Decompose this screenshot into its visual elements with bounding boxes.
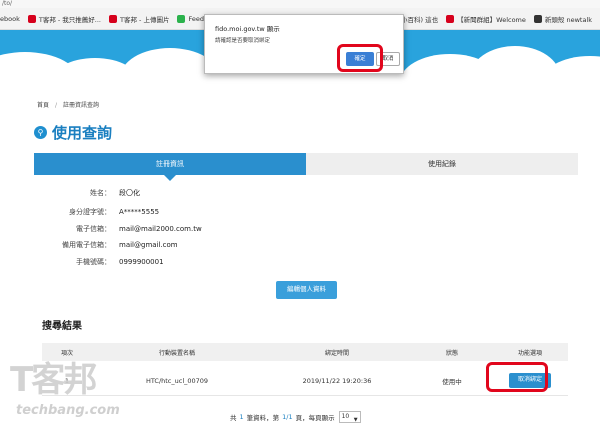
bookmark-label: 新頭殼 newtalk — [544, 15, 592, 24]
watermark-logo: T客邦 — [10, 360, 97, 400]
breadcrumb-current: 註冊資訊查詢 — [63, 102, 100, 109]
breadcrumb-separator: / — [55, 102, 58, 109]
pager-prefix: 共 — [230, 414, 237, 422]
bookmark-label: 【新聞群組】Welcome — [457, 15, 526, 24]
pagination: 共 1 筆資料，第 1/1 頁，每頁顯示 10 ▼ — [230, 411, 361, 423]
techbang-favicon-icon — [27, 14, 36, 23]
breadcrumb-home[interactable]: 首頁 — [37, 102, 49, 109]
tab-registration-info[interactable]: 註冊資訊 — [34, 153, 306, 181]
dialog-message: 請確認是否要取消綁定 — [215, 38, 271, 44]
info-row-email: 電子信箱： mail@mail2000.com.tw — [34, 223, 202, 235]
watermark: T客邦 techbang.com — [2, 352, 138, 426]
ok-button-highlight — [337, 44, 383, 72]
search-icon: ⚲ — [34, 126, 47, 139]
page-title: ⚲ 使用查詢 — [34, 122, 112, 143]
edit-profile-button[interactable]: 編輯個人資料 — [276, 281, 337, 299]
info-row-mobile: 手機號碼： 0999900001 — [34, 256, 164, 268]
bookmark-favicon-icon — [533, 14, 542, 23]
info-value: A*****5555 — [119, 208, 160, 216]
bookmark-right-3[interactable]: 新頭殼 newtalk — [533, 14, 592, 24]
bookmark-favicon-icon — [446, 14, 455, 23]
pager-total-records: 1 — [239, 413, 244, 421]
watermark-site: techbang.com — [16, 403, 120, 418]
results-title: 搜尋結果 — [42, 321, 82, 332]
row-bound-time: 2019/11/22 19:20:36 — [302, 376, 372, 385]
chevron-down-icon: ▼ — [353, 417, 358, 423]
info-label: 手機號碼： — [76, 258, 111, 266]
column-header: 狀態 — [445, 349, 458, 357]
bookmark-label: T客邦 - 上傳圖片 — [120, 15, 170, 24]
column-header: 功能選項 — [517, 349, 542, 357]
url-bar[interactable]: /to/ — [0, 0, 600, 8]
bookmark-facebook[interactable]: ebook — [0, 15, 20, 23]
bookmark-label: ebook — [0, 14, 20, 23]
info-label: 備用電子信箱： — [62, 241, 111, 249]
bookmark-right-2[interactable]: 【新聞群組】Welcome — [446, 14, 526, 24]
pager-records-label: 筆資料，第 — [246, 414, 280, 422]
info-row-id-number: 身分證字號： A*****5555 — [34, 206, 159, 218]
info-label: 電子信箱： — [76, 225, 111, 233]
info-value: 段〇化 — [119, 189, 140, 197]
info-label: 姓名： — [90, 189, 111, 197]
pager-current-page: 1/1 — [282, 413, 293, 421]
url-text: /to/ — [2, 0, 13, 7]
dialog-title: fido.moi.gov.tw 顯示 — [215, 25, 280, 33]
bookmark-label: T客邦 - 我只推薦好... — [38, 15, 101, 24]
bookmark-techbang[interactable]: T客邦 - 我只推薦好... — [27, 14, 101, 24]
per-page-select[interactable]: 10 ▼ — [338, 411, 361, 423]
info-row-backup-email: 備用電子信箱： mail@gmail.com — [34, 239, 178, 251]
tab-usage-records[interactable]: 使用紀錄 — [306, 153, 578, 175]
info-label: 身分證字號： — [69, 208, 111, 216]
info-value: mail@gmail.com — [119, 241, 178, 249]
pager-page-label: 頁，每頁顯示 — [295, 414, 335, 422]
breadcrumb: 首頁 / 註冊資訊查詢 — [37, 100, 99, 109]
info-row-name: 姓名： 段〇化 — [34, 187, 140, 199]
per-page-value: 10 — [341, 413, 350, 420]
info-value: mail@mail2000.com.tw — [119, 225, 202, 233]
techbang-favicon-icon — [109, 14, 117, 23]
page-title-text: 使用查詢 — [52, 124, 113, 142]
feedly-icon — [177, 14, 186, 23]
info-value: 0999900001 — [119, 258, 164, 266]
row-status: 使用中 — [442, 377, 462, 386]
column-header: 綁定時間 — [324, 349, 349, 357]
unbind-button-highlight — [486, 362, 548, 392]
tab-bar: 註冊資訊 使用紀錄 — [34, 153, 578, 181]
bookmark-techbang-upload[interactable]: T客邦 - 上傳圖片 — [109, 14, 169, 24]
